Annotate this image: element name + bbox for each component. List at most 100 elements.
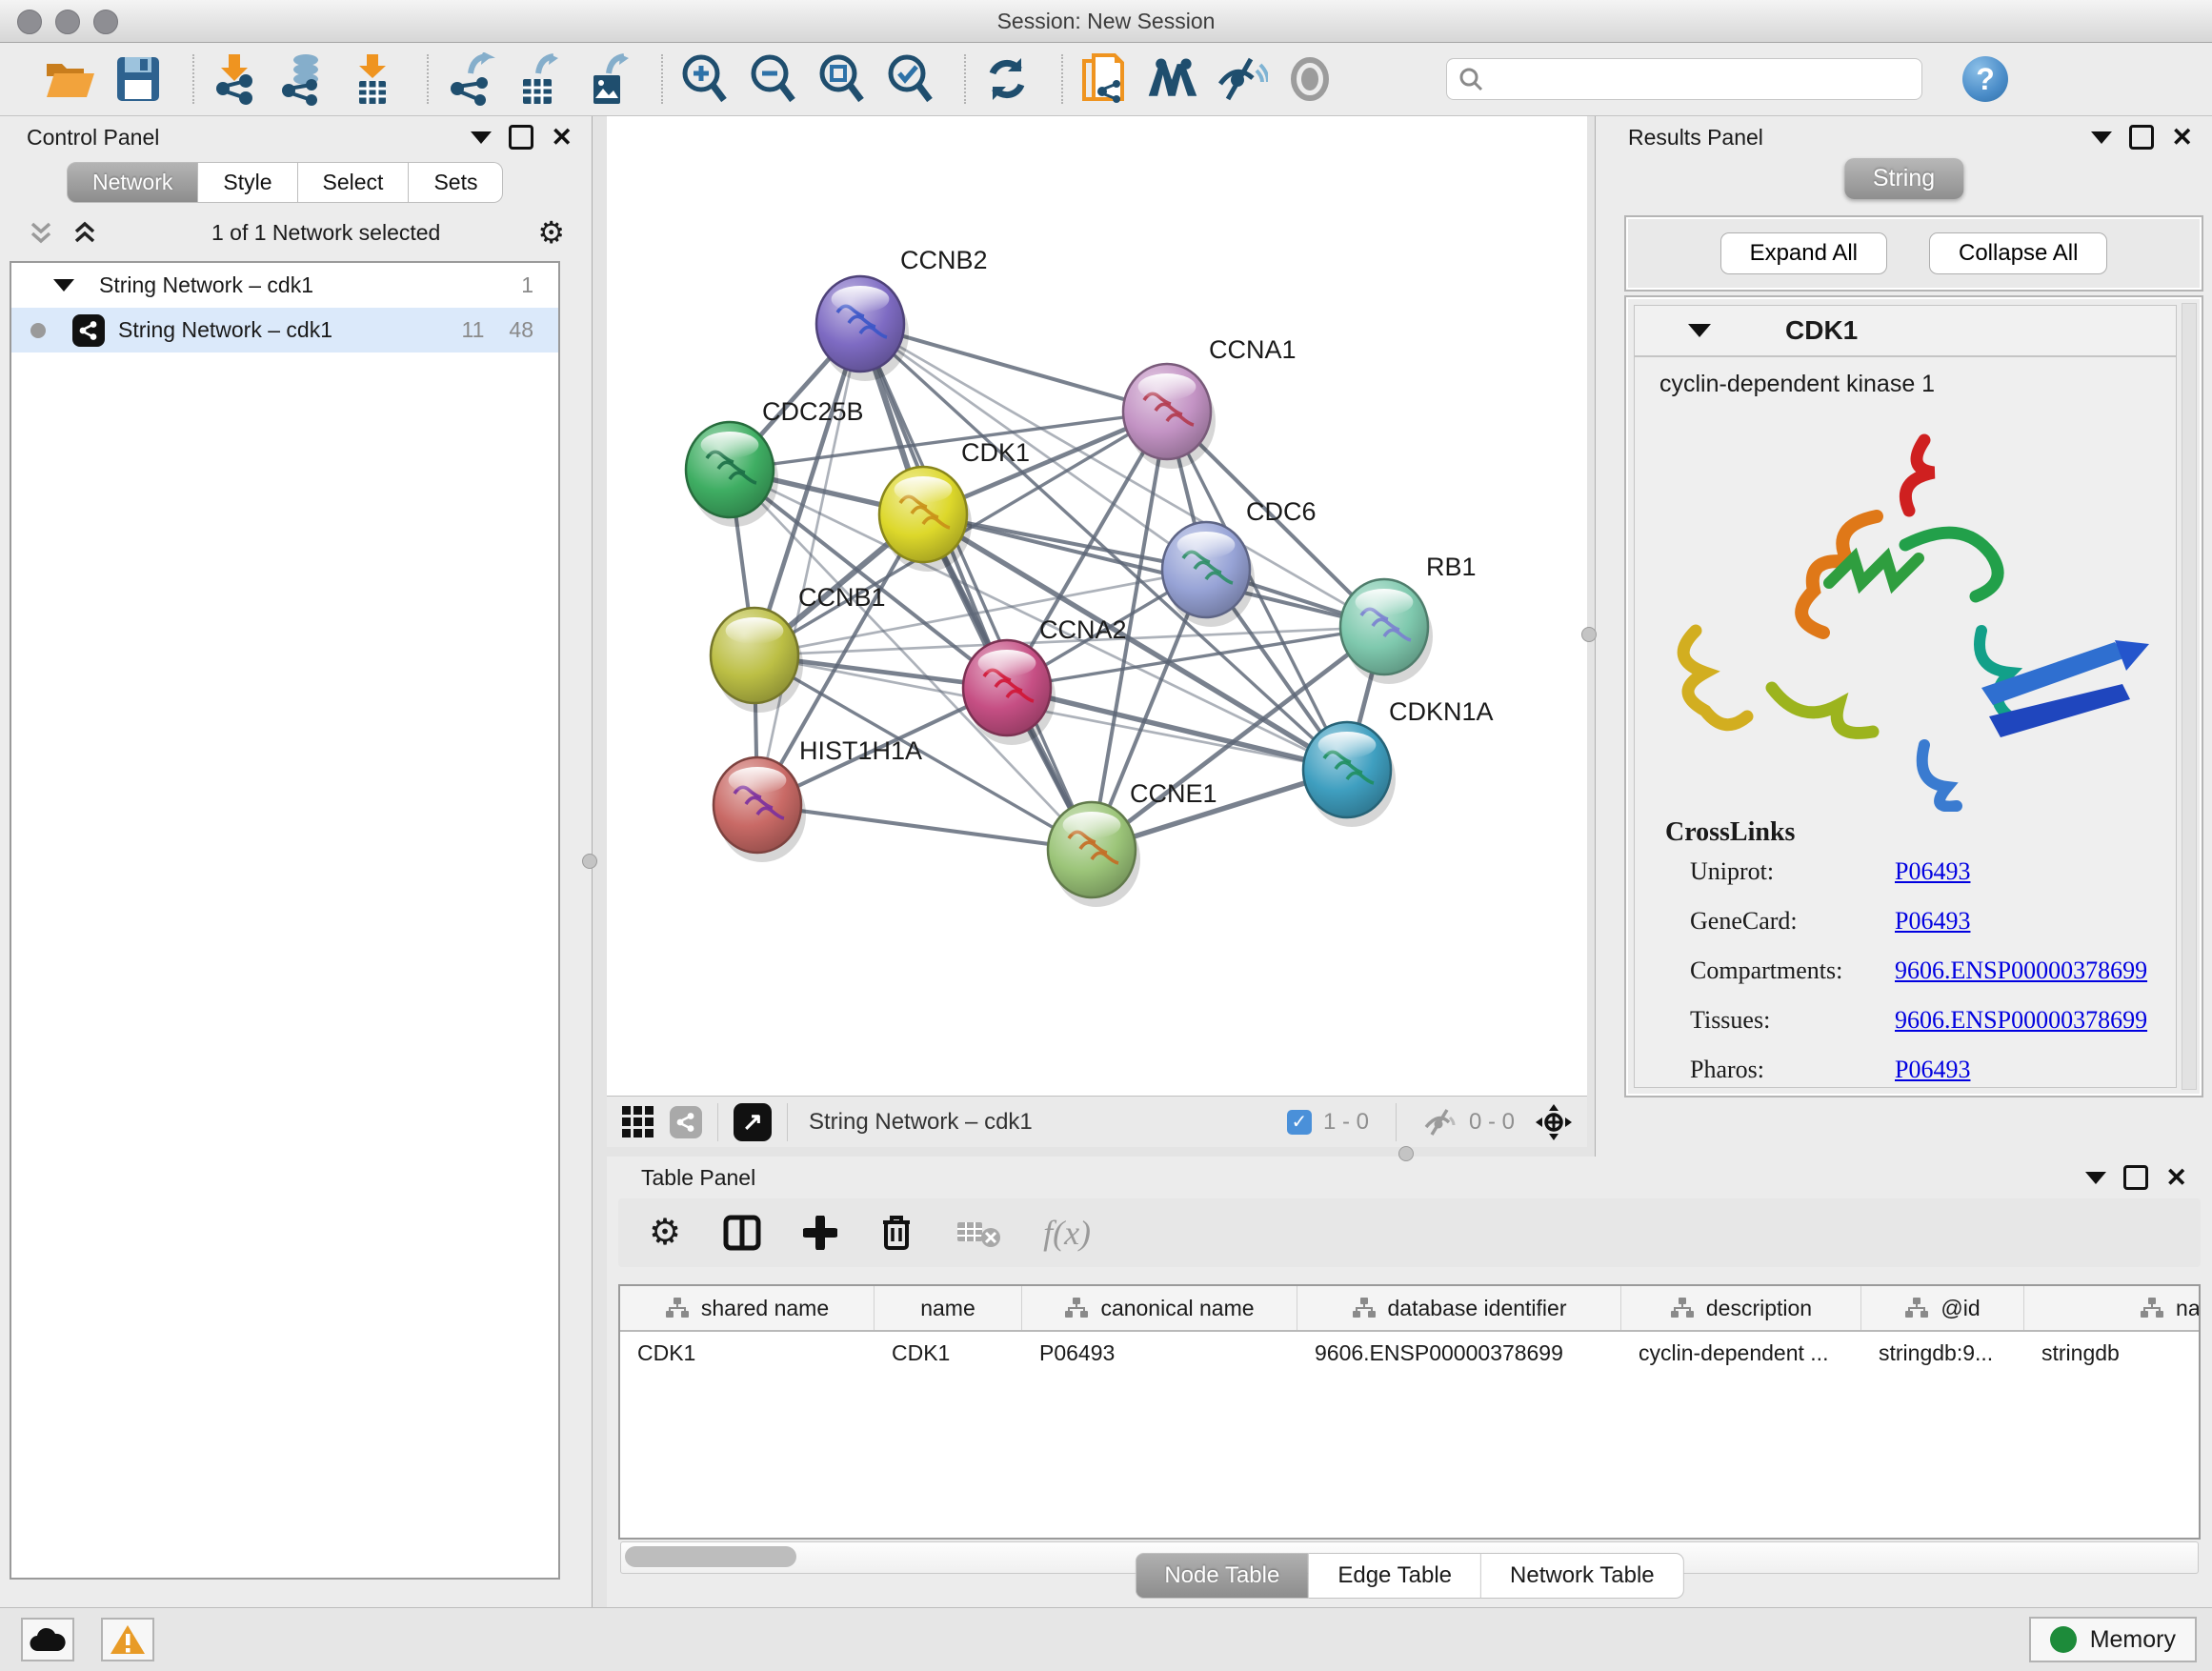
panel-float-icon[interactable] (509, 125, 533, 150)
hscrollbar-thumb[interactable] (625, 1546, 796, 1567)
tab-string[interactable]: String (1844, 158, 1963, 199)
tab-sets[interactable]: Sets (409, 162, 503, 203)
crosslinks-section: CrossLinks Uniprot:P06493GeneCard:P06493… (1665, 817, 2176, 1084)
tab-network[interactable]: Network (67, 162, 198, 203)
crosslink-link[interactable]: 9606.ENSP00000378699 (1895, 1006, 2147, 1035)
network-node-CDC6[interactable]: CDC6 (1162, 497, 1317, 627)
gear-icon[interactable]: ⚙ (537, 218, 565, 247)
bottom-splitter-handle[interactable] (1398, 1146, 1414, 1161)
hide-selection-icon[interactable] (1214, 52, 1269, 106)
grid-view-icon[interactable] (620, 1104, 656, 1140)
crosslink-link[interactable]: P06493 (1895, 907, 1970, 936)
expand-all-button[interactable]: Expand All (1720, 232, 1887, 274)
search-input[interactable] (1483, 66, 1897, 92)
select-columns-icon[interactable] (723, 1215, 761, 1251)
tab-select[interactable]: Select (298, 162, 410, 203)
panel-float-icon[interactable] (2129, 125, 2154, 150)
zoom-out-icon[interactable] (745, 52, 800, 106)
tab-node-table[interactable]: Node Table (1135, 1553, 1309, 1599)
table-cell[interactable]: CDK1 (875, 1332, 1022, 1374)
zoom-fit-icon[interactable] (814, 52, 869, 106)
tab-style[interactable]: Style (198, 162, 297, 203)
table-cell[interactable]: stringdb (2024, 1332, 2201, 1374)
memory-button[interactable]: Memory (2029, 1617, 2197, 1662)
table-cell[interactable]: P06493 (1022, 1332, 1297, 1374)
left-splitter-handle[interactable] (582, 854, 597, 869)
network-row[interactable]: String Network – cdk1 11 48 (11, 308, 558, 352)
table-cell[interactable]: CDK1 (620, 1332, 875, 1374)
table-cell[interactable]: cyclin-dependent ... (1621, 1332, 1861, 1374)
tab-edge-table[interactable]: Edge Table (1309, 1553, 1481, 1599)
zoom-selected-icon[interactable] (882, 52, 937, 106)
toolbar-search[interactable] (1446, 58, 1922, 100)
help-icon[interactable]: ? (1962, 56, 2008, 102)
add-column-icon[interactable] (803, 1216, 837, 1250)
window-zoom-button[interactable] (93, 10, 118, 34)
import-table-from-file-icon[interactable] (345, 52, 400, 106)
table-row[interactable]: CDK1CDK1P064939606.ENSP00000378699cyclin… (620, 1332, 2199, 1374)
network-canvas[interactable]: CCNB2CCNA1CDC25BCDK1CDC6RB1CCNB1CCNA2CDK… (607, 116, 1587, 1147)
collection-expand-icon[interactable] (53, 279, 74, 292)
table-header-@id[interactable]: @id (1861, 1286, 2024, 1330)
import-network-from-database-icon[interactable] (276, 52, 332, 106)
string-network-graph[interactable]: CCNB2CCNA1CDC25BCDK1CDC6RB1CCNB1CCNA2CDK… (607, 116, 1587, 1094)
crosslink-link[interactable]: P06493 (1895, 1056, 1970, 1084)
refresh-icon[interactable] (979, 52, 1035, 106)
panel-menu-icon[interactable] (2091, 131, 2112, 144)
network-node-CDKN1A[interactable]: CDKN1A (1303, 697, 1494, 827)
right-splitter-handle[interactable] (1581, 627, 1597, 642)
network-node-HIST1H1A[interactable]: HIST1H1A (714, 736, 922, 862)
crosslink-link[interactable]: 9606.ENSP00000378699 (1895, 956, 2147, 985)
pan-crosshair-icon[interactable] (1534, 1102, 1574, 1142)
expand-all-icon[interactable] (70, 218, 99, 247)
network-node-RB1[interactable]: RB1 (1340, 553, 1477, 684)
network-node-CCNB1[interactable]: CCNB1 (711, 583, 886, 713)
network-edge-CCNB2-HIST1H1A[interactable] (757, 324, 860, 805)
first-neighbors-icon[interactable] (1145, 52, 1200, 106)
network-share-icon[interactable] (670, 1106, 702, 1138)
collapse-all-icon[interactable] (27, 218, 55, 247)
cloud-status-button[interactable] (21, 1618, 74, 1661)
table-cell[interactable]: stringdb:9... (1861, 1332, 2024, 1374)
table-header-namespace[interactable]: namespace (2024, 1286, 2201, 1330)
table-header-shared-name[interactable]: shared name (620, 1286, 875, 1330)
new-network-from-selection-icon[interactable] (1076, 52, 1132, 106)
export-table-icon[interactable] (511, 52, 566, 106)
export-network-icon[interactable] (442, 52, 497, 106)
section-collapse-icon[interactable] (1688, 324, 1711, 337)
window-close-button[interactable] (17, 10, 42, 34)
network-edge-CCNB2-CCNE1[interactable] (860, 324, 1092, 850)
zoom-in-icon[interactable] (676, 52, 732, 106)
save-session-icon[interactable] (111, 52, 166, 106)
birds-eye-view-icon[interactable]: ↗ (734, 1103, 772, 1141)
table-header-database-identifier[interactable]: database identifier (1297, 1286, 1621, 1330)
network-node-CCNA1[interactable]: CCNA1 (1123, 335, 1297, 469)
collapse-all-button[interactable]: Collapse All (1929, 232, 2107, 274)
network-collection-row[interactable]: String Network – cdk1 1 (11, 263, 558, 308)
panel-close-icon[interactable]: ✕ (2165, 1168, 2187, 1187)
panel-float-icon[interactable] (2123, 1165, 2148, 1190)
table-cell[interactable]: 9606.ENSP00000378699 (1297, 1332, 1621, 1374)
network-edge-HIST1H1A-CCNE1[interactable] (757, 805, 1092, 850)
import-network-from-file-icon[interactable] (208, 52, 263, 106)
open-session-icon[interactable] (42, 52, 97, 106)
tab-network-table[interactable]: Network Table (1481, 1553, 1684, 1599)
panel-menu-icon[interactable] (471, 131, 492, 144)
window-minimize-button[interactable] (55, 10, 80, 34)
table-settings-gear-icon[interactable]: ⚙ (649, 1218, 681, 1247)
results-scrollbar[interactable] (2182, 303, 2197, 1090)
panel-close-icon[interactable]: ✕ (2171, 128, 2193, 147)
panel-menu-icon[interactable] (2085, 1172, 2106, 1184)
table-header-name[interactable]: name (875, 1286, 1022, 1330)
show-all-icon[interactable] (1282, 52, 1337, 106)
warning-status-button[interactable] (101, 1618, 154, 1661)
table-header-description[interactable]: description (1621, 1286, 1861, 1330)
node-section-header[interactable]: CDK1 (1634, 305, 2177, 356)
table-header-canonical-name[interactable]: canonical name (1022, 1286, 1297, 1330)
network-node-CCNE1[interactable]: CCNE1 (1048, 779, 1217, 907)
delete-column-icon[interactable] (879, 1214, 914, 1252)
crosslink-link[interactable]: P06493 (1895, 857, 1970, 886)
panel-close-icon[interactable]: ✕ (551, 128, 573, 147)
selected-checkbox-icon[interactable]: ✓ (1287, 1110, 1312, 1135)
export-image-icon[interactable] (579, 52, 634, 106)
